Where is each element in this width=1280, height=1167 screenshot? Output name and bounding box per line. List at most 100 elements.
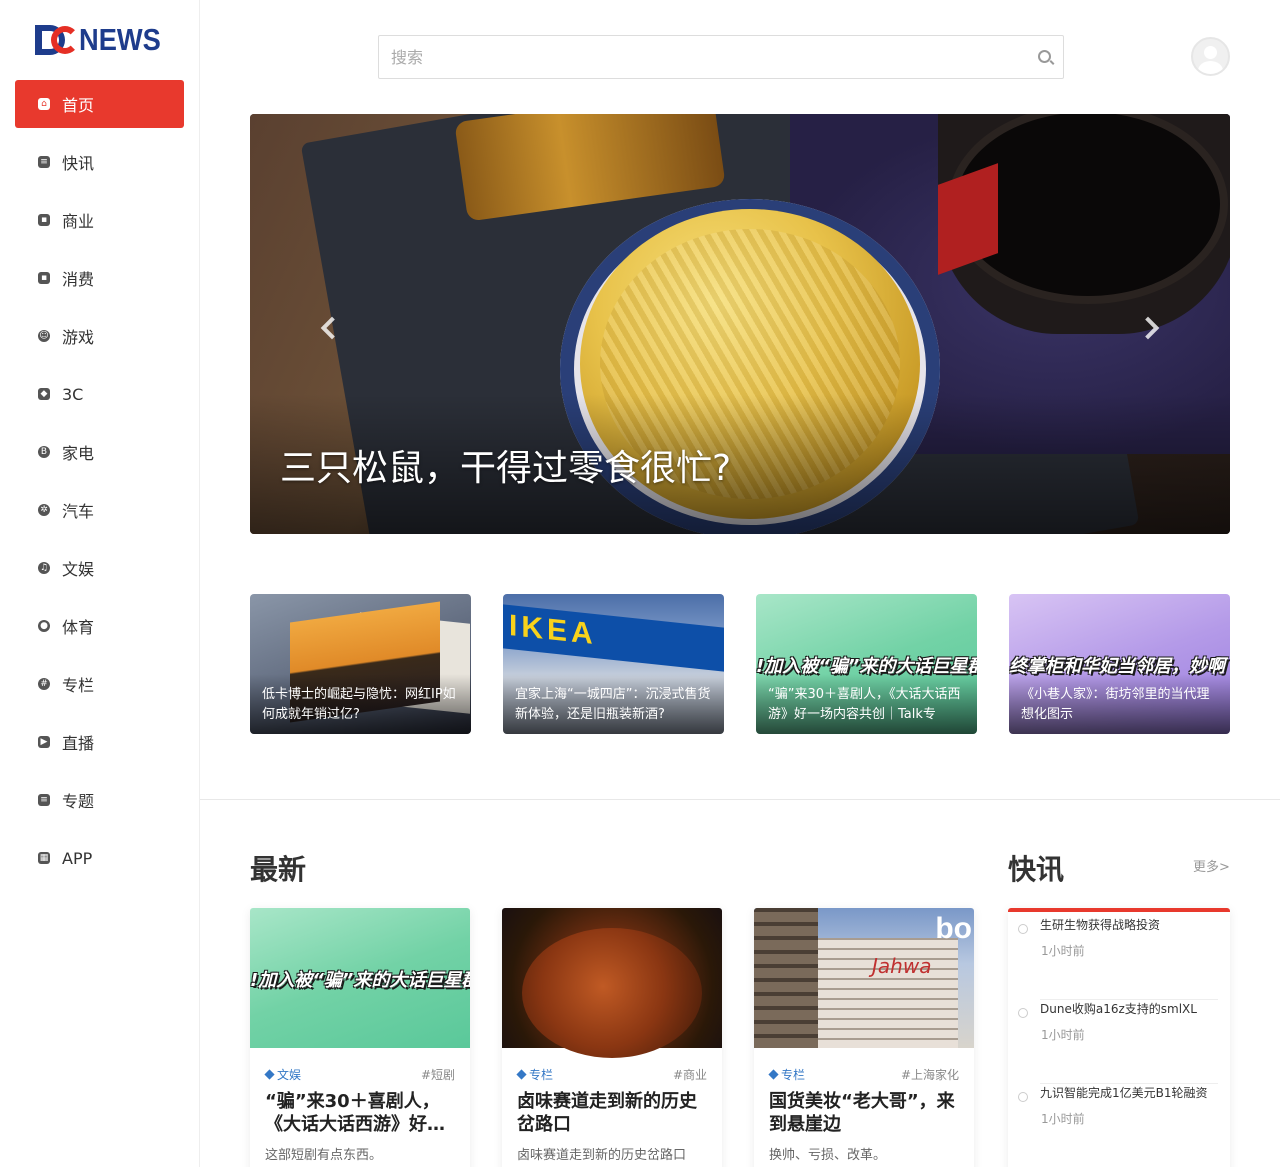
column-icon: #: [38, 678, 50, 690]
timeline-dot-icon: [1018, 924, 1028, 934]
sidebar-item-label: 体育: [62, 618, 95, 637]
cube-icon: ◆: [38, 388, 50, 400]
sidebar-item-2[interactable]: ▪ 商业: [15, 196, 184, 244]
sidebar-item-label: 家电: [62, 444, 95, 463]
card-category[interactable]: 文娱: [264, 1066, 301, 1083]
sidebar-item-label: 文娱: [62, 560, 95, 579]
section-divider: [200, 799, 1280, 800]
ball-icon: ●: [38, 620, 50, 632]
card-banner-text: !加入被“骗”来的大话巨星群: [250, 970, 470, 991]
flash-item-time: 1小时前: [1041, 1028, 1085, 1042]
card-description: 换帅、亏损、改革。: [769, 1148, 887, 1163]
featured-thumb-2[interactable]: IKEA 宜家上海“一城四店”：沉浸式售货新体验，还是旧瓶装新酒?: [503, 594, 724, 734]
sidebar-item-7[interactable]: ✲ 汽车: [15, 486, 184, 534]
article-card-2[interactable]: 专栏 #商业 卤味赛道走到新的历史岔路口 卤味赛道走到新的历史岔路口: [502, 908, 722, 1167]
live-icon: ▶: [38, 736, 50, 748]
sidebar-item-label: 汽车: [62, 502, 95, 521]
sidebar-item-12[interactable]: ≡ 专题: [15, 776, 184, 824]
appliance-icon: B: [38, 446, 50, 458]
sidebar: NEWS ⌂ 首页 ≡ 快讯 ▪ 商业 ▪ 消费 ☺ 游戏 ◆ 3C B 家电 ✲ 汽车 ♫ 文娱 ● 体育 # 专栏 ▶ 直…: [0, 0, 200, 1167]
thumb-caption: 《小巷人家》：街坊邻里的当代理想化图示: [1021, 687, 1210, 722]
card-category[interactable]: 专栏: [768, 1066, 805, 1083]
topic-icon: ≡: [38, 794, 50, 806]
sidebar-item-label: 3C: [62, 384, 84, 404]
search-icon[interactable]: [1038, 50, 1051, 63]
search-box[interactable]: [378, 35, 1064, 79]
sidebar-item-label: 游戏: [62, 328, 95, 347]
flash-item[interactable]: 九识智能完成1亿美元B1轮融资 1小时前: [1008, 1084, 1230, 1167]
sidebar-item-label: 快讯: [62, 154, 95, 173]
flash-icon: ≡: [38, 156, 50, 168]
featured-thumbnails: 低卡博士的崛起与隐忧：网红IP如何成就年销过亿? IKEA 宜家上海“一城四店”…: [250, 594, 1230, 734]
carousel-prev-arrow-icon[interactable]: [316, 312, 344, 346]
search-input[interactable]: [379, 36, 1063, 78]
sidebar-item-label: 专栏: [62, 676, 95, 695]
jahwa-sign: Jahwa: [872, 954, 932, 978]
latest-section-title: 最新: [250, 853, 307, 886]
flash-item-time: 1小时前: [1041, 944, 1085, 958]
sidebar-item-5[interactable]: ◆ 3C: [15, 370, 184, 418]
flash-item-text[interactable]: 九识智能完成1亿美元B1轮融资: [1040, 1084, 1220, 1101]
sidebar-item-4[interactable]: ☺ 游戏: [15, 312, 184, 360]
sidebar-item-3[interactable]: ▪ 消费: [15, 254, 184, 302]
flash-item[interactable]: 生研生物获得战略投资 1小时前: [1008, 916, 1230, 1000]
sidebar-item-label: 商业: [62, 212, 95, 231]
logo-text: NEWS: [79, 22, 161, 57]
featured-thumb-3[interactable]: !加入被“骗”来的大话巨星群 “骗”来30＋喜剧人，《大话大话西游》好一场内容共…: [756, 594, 977, 734]
featured-thumb-1[interactable]: 低卡博士的崛起与隐忧：网红IP如何成就年销过亿?: [250, 594, 471, 734]
article-card-1[interactable]: !加入被“骗”来的大话巨星群 文娱 #短剧 “骗”来30＋喜剧人，《大话大话西游…: [250, 908, 470, 1167]
sidebar-item-13[interactable]: ▦ APP: [15, 834, 184, 882]
flash-item[interactable]: Dune收购a16z支持的smlXL 1小时前: [1008, 1000, 1230, 1084]
thumb-caption: “骗”来30＋喜剧人，《大话大话西游》好一场内容共创｜Talk专: [768, 687, 961, 722]
card-title[interactable]: 卤味赛道走到新的历史岔路口: [517, 1090, 707, 1136]
card-title[interactable]: “骗”来30＋喜剧人，《大话大话西游》好…: [265, 1090, 455, 1136]
ikea-sign: IKEA: [509, 609, 597, 652]
thumb-caption: 宜家上海“一城四店”：沉浸式售货新体验，还是旧瓶装新酒?: [515, 687, 711, 722]
card-tag[interactable]: #上海家化: [901, 1066, 959, 1083]
sidebar-item-11[interactable]: ▶ 直播: [15, 718, 184, 766]
grid-icon: ▦: [38, 852, 50, 864]
sidebar-item-label: 直播: [62, 734, 95, 753]
sidebar-item-10[interactable]: # 专栏: [15, 660, 184, 708]
sidebar-item-label: 首页: [62, 96, 95, 115]
flash-more-link[interactable]: 更多>: [1193, 856, 1230, 875]
sidebar-item-6[interactable]: B 家电: [15, 428, 184, 476]
gamepad-icon: ☺: [38, 330, 50, 342]
featured-thumb-4[interactable]: 终掌柜和华妃当邻居，妙啊 《小巷人家》：街坊邻里的当代理想化图示: [1009, 594, 1230, 734]
sidebar-item-9[interactable]: ● 体育: [15, 602, 184, 650]
music-icon: ♫: [38, 562, 50, 574]
site-logo[interactable]: NEWS: [35, 22, 172, 58]
sidebar-item-8[interactable]: ♫ 文娱: [15, 544, 184, 592]
timeline-dot-icon: [1018, 1092, 1028, 1102]
sidebar-item-label: 消费: [62, 270, 95, 289]
sidebar-item-1[interactable]: ≡ 快讯: [15, 138, 184, 186]
card-tag[interactable]: #短剧: [421, 1066, 455, 1083]
article-card-3[interactable]: Jahwa bo 专栏 #上海家化 国货美妆“老大哥”，来到悬崖边 换帅、亏损、…: [754, 908, 974, 1167]
flash-item-text[interactable]: 生研生物获得战略投资: [1040, 916, 1220, 933]
sidebar-item-label: APP: [62, 848, 93, 868]
hero-title[interactable]: 三只松鼠，干得过零食很忙?: [280, 439, 731, 491]
app-root: NEWS ⌂ 首页 ≡ 快讯 ▪ 商业 ▪ 消费 ☺ 游戏 ◆ 3C B 家电 ✲ 汽车 ♫ 文娱 ● 体育 # 专栏 ▶ 直…: [0, 0, 1280, 1167]
briefcase-icon: ▪: [38, 214, 50, 226]
thumb-caption: 低卡博士的崛起与隐忧：网红IP如何成就年销过亿?: [262, 687, 456, 722]
flash-item-time: 1小时前: [1041, 1112, 1085, 1126]
home-icon: ⌂: [38, 98, 50, 110]
flash-section-title: 快讯: [1008, 853, 1065, 886]
category-cube-icon: [516, 1069, 527, 1080]
card-tag[interactable]: #商业: [673, 1066, 707, 1083]
sidebar-item-label: 专题: [62, 792, 95, 811]
flash-news-panel: 生研生物获得战略投资 1小时前 Dune收购a16z支持的smlXL 1小时前 …: [1008, 908, 1230, 1167]
sidebar-item-0[interactable]: ⌂ 首页: [15, 80, 184, 128]
card-title[interactable]: 国货美妆“老大哥”，来到悬崖边: [769, 1090, 959, 1136]
hero-carousel[interactable]: 三只松鼠，干得过零食很忙?: [250, 114, 1230, 534]
category-cube-icon: [264, 1069, 275, 1080]
bo-logo: bo: [935, 912, 972, 945]
category-cube-icon: [768, 1069, 779, 1080]
card-category[interactable]: 专栏: [516, 1066, 553, 1083]
card-description: 卤味赛道走到新的历史岔路口: [517, 1148, 687, 1163]
carousel-next-arrow-icon[interactable]: [1136, 312, 1164, 346]
flash-item-text[interactable]: Dune收购a16z支持的smlXL: [1040, 1000, 1220, 1017]
user-avatar[interactable]: [1191, 37, 1230, 76]
card-description: 这部短剧有点东西。: [265, 1148, 383, 1163]
timeline-dot-icon: [1018, 1008, 1028, 1018]
